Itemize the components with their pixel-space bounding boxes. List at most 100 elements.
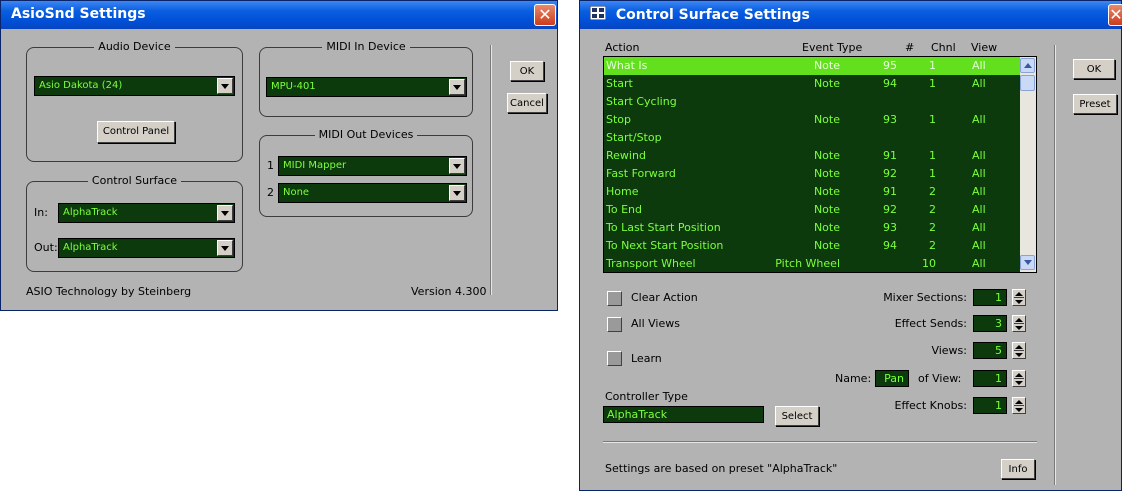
list-item[interactable]: Transport Wheel Pitch Wheel 10 All xyxy=(604,255,1020,272)
midi-out-legend: MIDI Out Devices xyxy=(314,128,418,141)
midi-in-legend: MIDI In Device xyxy=(322,40,410,53)
ok-button[interactable]: OK xyxy=(510,61,544,81)
midi-out-1-select[interactable]: MIDI Mapper xyxy=(278,156,467,176)
cell-number: 92 xyxy=(883,203,897,216)
clear-action-label: Clear Action xyxy=(631,291,698,304)
cell-view: All xyxy=(972,185,986,198)
list-item[interactable]: To End Note 92 2 All xyxy=(604,201,1020,219)
preset-button[interactable]: Preset xyxy=(1073,94,1117,114)
cell-view: All xyxy=(972,59,986,72)
name-label: Name: xyxy=(835,372,872,385)
scroll-up-button[interactable] xyxy=(1020,58,1035,73)
control-panel-button[interactable]: Control Panel xyxy=(97,121,175,143)
learn-label: Learn xyxy=(631,352,662,365)
audio-device-group: Audio Device xyxy=(26,40,243,162)
cell-view: All xyxy=(972,113,986,126)
midi-out-2-select[interactable]: None xyxy=(278,183,467,203)
list-item[interactable]: Start Note 94 1 All xyxy=(604,75,1020,93)
cell-view: All xyxy=(972,257,986,270)
of-view-field[interactable]: 1 xyxy=(973,370,1007,387)
preset-status-label: Settings are based on preset "AlphaTrack… xyxy=(605,462,838,475)
cs-in-select[interactable]: AlphaTrack xyxy=(58,203,235,223)
midi-out-2-number: 2 xyxy=(267,186,274,199)
close-button[interactable]: ✕ xyxy=(534,4,556,26)
scroll-thumb[interactable] xyxy=(1020,75,1035,91)
effect-sends-field[interactable]: 3 xyxy=(973,315,1007,332)
list-item[interactable]: Stop Note 93 1 All xyxy=(604,111,1020,129)
controller-type-label: Controller Type xyxy=(605,390,688,403)
cell-event-type: Note xyxy=(813,167,840,180)
cell-action: Start xyxy=(606,77,633,90)
cell-action: Start/Stop xyxy=(606,131,662,144)
column-header-number: # xyxy=(905,41,915,54)
effect-sends-spinner[interactable] xyxy=(1012,315,1026,332)
cell-action: Start Cycling xyxy=(606,95,677,108)
chevron-down-icon[interactable] xyxy=(217,205,233,221)
cell-channel: 2 xyxy=(929,203,936,216)
of-view-spinner[interactable] xyxy=(1012,370,1026,387)
view-name-field[interactable]: Pan xyxy=(875,370,909,387)
version-label: Version 4.300 xyxy=(411,285,487,298)
cell-action: Home xyxy=(606,185,639,198)
cell-event-type: Note xyxy=(813,203,840,216)
effect-sends-label: Effect Sends: xyxy=(894,317,967,330)
views-field[interactable]: 5 xyxy=(973,342,1007,359)
chevron-down-icon[interactable] xyxy=(217,78,233,94)
list-item[interactable]: Start/Stop xyxy=(604,129,1020,147)
scroll-down-button[interactable] xyxy=(1020,255,1035,270)
cancel-button[interactable]: Cancel xyxy=(507,93,547,113)
cell-event-type: Note xyxy=(813,221,840,234)
cell-channel: 10 xyxy=(922,257,936,270)
chevron-down-icon[interactable] xyxy=(449,158,465,174)
effect-knobs-spinner[interactable] xyxy=(1012,397,1026,414)
cell-action: To End xyxy=(606,203,642,216)
cell-event-type: Note xyxy=(813,59,840,72)
column-header-view: View xyxy=(971,41,998,54)
asio-technology-label: ASIO Technology by Steinberg xyxy=(26,285,192,298)
close-button[interactable]: ✕ xyxy=(1108,4,1122,26)
list-item[interactable]: To Last Start Position Note 93 2 All xyxy=(604,219,1020,237)
effect-knobs-field[interactable]: 1 xyxy=(973,397,1007,414)
cs-out-select[interactable]: AlphaTrack xyxy=(58,238,235,258)
cs-in-value: AlphaTrack xyxy=(63,207,118,218)
midi-out-1-value: MIDI Mapper xyxy=(283,160,347,171)
list-item[interactable]: Fast Forward Note 92 1 All xyxy=(604,165,1020,183)
audio-device-select[interactable]: Asio Dakota (24) xyxy=(34,76,235,96)
action-list[interactable]: What Is Note 95 1 All Start Note 94 1 All Start Cy… xyxy=(603,56,1037,273)
info-button[interactable]: Info xyxy=(1001,459,1035,479)
mixer-sections-field[interactable]: 1 xyxy=(973,289,1007,306)
divider xyxy=(603,441,1037,443)
controller-type-field: AlphaTrack xyxy=(603,406,764,423)
all-views-checkbox[interactable] xyxy=(607,317,622,332)
learn-checkbox[interactable] xyxy=(607,351,622,366)
clear-action-checkbox[interactable] xyxy=(607,291,622,306)
control-surface-legend: Control Surface xyxy=(87,174,182,187)
views-spinner[interactable] xyxy=(1012,342,1026,359)
audio-device-legend: Audio Device xyxy=(94,40,175,53)
ok-button[interactable]: OK xyxy=(1073,59,1115,79)
chevron-down-icon[interactable] xyxy=(449,185,465,201)
cell-channel: 2 xyxy=(929,221,936,234)
chevron-down-icon[interactable] xyxy=(217,240,233,256)
cell-view: All xyxy=(972,149,986,162)
views-label: Views: xyxy=(931,344,967,357)
cell-action: Transport Wheel xyxy=(606,257,696,270)
list-item[interactable]: To Next Start Position Note 94 2 All xyxy=(604,237,1020,255)
cell-event-type: Note xyxy=(813,77,840,90)
cell-number: 91 xyxy=(883,185,897,198)
chevron-down-icon xyxy=(1024,260,1032,265)
list-item[interactable]: What Is Note 95 1 All xyxy=(604,57,1020,75)
cell-number: 91 xyxy=(883,149,897,162)
list-item[interactable]: Home Note 91 2 All xyxy=(604,183,1020,201)
mixer-sections-spinner[interactable] xyxy=(1012,289,1026,306)
scrollbar[interactable] xyxy=(1020,57,1036,272)
cell-view: All xyxy=(972,239,986,252)
chevron-down-icon[interactable] xyxy=(449,79,465,95)
cell-number: 93 xyxy=(883,113,897,126)
select-button[interactable]: Select xyxy=(775,406,819,426)
all-views-label: All Views xyxy=(631,317,680,330)
cell-action: Fast Forward xyxy=(606,167,676,180)
list-item[interactable]: Start Cycling xyxy=(604,93,1020,111)
list-item[interactable]: Rewind Note 91 1 All xyxy=(604,147,1020,165)
midi-in-select[interactable]: MPU-401 xyxy=(266,77,467,97)
